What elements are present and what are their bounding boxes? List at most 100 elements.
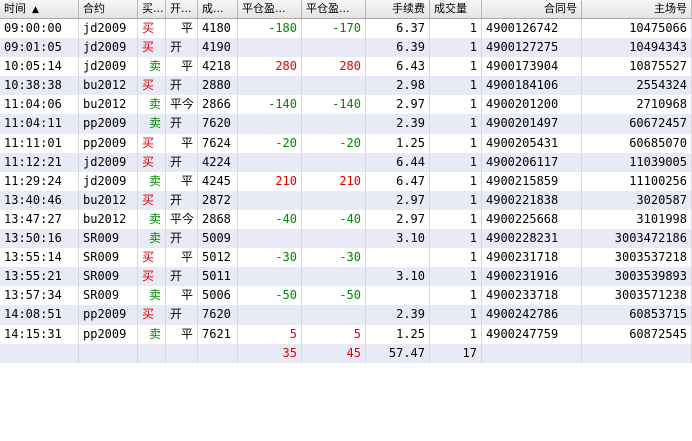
cell-time: 13:47:27 [0,209,79,230]
cell-volume: 1 [430,152,482,172]
cell-price: 5006 [198,286,238,306]
cell-time: 11:11:01 [0,133,79,153]
cell-openclose: 平 [166,19,198,39]
table-row[interactable]: 13:47:27 bu2012 卖平今 2868 -40 -40 2.97 1 49002256… [0,209,692,230]
cell-price: 4218 [198,57,238,77]
cell-fee: 6.39 [366,38,430,58]
header-contract-no[interactable]: 合同号 [482,0,582,18]
cell-volume: 1 [430,19,482,39]
cell-close-pnl-1: -30 [238,248,302,268]
cell-volume: 1 [430,229,482,249]
cell-exchange-no: 3003539893 [582,267,692,287]
cell-contract: pp2009 [79,305,138,325]
cell-exchange-no: 3101998 [582,209,692,230]
cell-contract: jd2009 [79,171,138,191]
table-row[interactable]: 11:29:24 jd2009 卖平 4245 210 210 6.47 1 490021585… [0,171,692,191]
cell-contract-no: 4900184106 [482,76,582,96]
cell-buysell: 卖 [138,286,166,306]
cell-contract-no: 4900206117 [482,152,582,172]
table-row[interactable]: 13:40:46 bu2012 买开 2872 2.97 1 4900221838 30205… [0,190,692,210]
cell-fee: 2.98 [366,76,430,96]
header-fee[interactable]: 手续费 [366,0,430,18]
total-empty-cell [166,343,198,363]
cell-volume: 1 [430,267,482,287]
cell-time: 13:50:16 [0,229,79,249]
cell-time: 11:12:21 [0,152,79,172]
cell-volume: 1 [430,95,482,115]
cell-exchange-no: 2710968 [582,95,692,115]
cell-fee: 1.25 [366,324,430,344]
cell-contract: SR009 [79,286,138,306]
cell-buysell: 卖 [138,324,166,344]
table-row[interactable]: 10:05:14 jd2009 卖平 4218 280 280 6.43 1 490017390… [0,57,692,77]
cell-close-pnl-1 [238,114,302,134]
cell-price: 4190 [198,38,238,58]
table-row[interactable]: 13:55:21 SR009 买开 5011 3.10 1 4900231916 300353… [0,267,692,287]
cell-fee: 1.25 [366,133,430,153]
cell-openclose: 开 [166,267,198,287]
header-close-pnl-2[interactable]: 平仓盈... [302,0,366,18]
cell-exchange-no: 10875527 [582,57,692,77]
cell-volume: 1 [430,114,482,134]
cell-close-pnl-2: -50 [302,286,366,306]
table-row[interactable]: 09:00:00 jd2009 买平 4180 -180 -170 6.37 1 4900126… [0,19,692,39]
cell-close-pnl-2 [302,190,366,210]
header-exchange-no[interactable]: 主场号 [582,0,692,18]
cell-exchange-no: 10494343 [582,38,692,58]
table-row[interactable]: 13:50:16 SR009 卖开 5009 3.10 1 4900228231 300347… [0,229,692,249]
table-row[interactable]: 11:12:21 jd2009 买开 4224 6.44 1 4900206117 11039… [0,152,692,172]
cell-fee [366,248,430,268]
cell-close-pnl-1: -180 [238,19,302,39]
cell-volume: 1 [430,248,482,268]
cell-buysell: 卖 [138,209,166,230]
header-time[interactable]: 时间 ▲ [0,0,79,18]
cell-close-pnl-1 [238,76,302,96]
cell-contract-no: 4900127275 [482,38,582,58]
table-row[interactable]: 11:04:06 bu2012 卖平今 2866 -140 -140 2.97 1 490020… [0,95,692,115]
cell-close-pnl-2: 280 [302,57,366,77]
cell-fee: 6.47 [366,171,430,191]
table-row[interactable]: 11:04:11 pp2009 卖开 7620 2.39 1 4900201497 60672… [0,114,692,134]
cell-close-pnl-2 [302,229,366,249]
cell-fee: 2.97 [366,190,430,210]
cell-fee: 6.44 [366,152,430,172]
cell-close-pnl-2: -30 [302,248,366,268]
cell-price: 7620 [198,114,238,134]
cell-contract-no: 4900126742 [482,19,582,39]
cell-close-pnl-1: 280 [238,57,302,77]
header-price[interactable]: 成... [198,0,238,18]
header-contract[interactable]: 合约 [79,0,138,18]
cell-time: 10:38:38 [0,76,79,96]
header-close-pnl-1[interactable]: 平仓盈... [238,0,302,18]
cell-openclose: 平 [166,171,198,191]
cell-contract: SR009 [79,248,138,268]
cell-buysell: 卖 [138,229,166,249]
header-openclose[interactable]: 开... [166,0,198,18]
cell-exchange-no: 3020587 [582,190,692,210]
header-volume[interactable]: 成交量 [430,0,482,18]
table-row[interactable]: 13:57:34 SR009 卖平 5006 -50 -50 1 4900233718 3003… [0,286,692,306]
table-row[interactable]: 11:11:01 pp2009 买平 7624 -20 -20 1.25 1 490020543… [0,133,692,153]
cell-openclose: 平 [166,57,198,77]
cell-buysell: 卖 [138,114,166,134]
cell-openclose: 开 [166,76,198,96]
cell-contract-no: 4900201200 [482,95,582,115]
cell-close-pnl-2: 210 [302,171,366,191]
table-row[interactable]: 14:08:51 pp2009 买开 7620 2.39 1 4900242786 60853… [0,305,692,325]
cell-contract-no: 4900228231 [482,229,582,249]
cell-volume: 1 [430,171,482,191]
cell-contract: SR009 [79,229,138,249]
table-row[interactable]: 09:01:05 jd2009 买开 4190 6.39 1 4900127275 10494… [0,38,692,58]
cell-close-pnl-1: -50 [238,286,302,306]
cell-volume: 1 [430,209,482,230]
cell-close-pnl-2: -170 [302,19,366,39]
total-empty-cell [582,343,692,363]
table-row[interactable]: 10:38:38 bu2012 买开 2880 2.98 1 4900184106 25543… [0,76,692,96]
cell-exchange-no: 11100256 [582,171,692,191]
table-row[interactable]: 14:15:31 pp2009 卖平 7621 5 5 1.25 1 4900247759 608… [0,324,692,344]
table-row[interactable]: 13:55:14 SR009 买平 5012 -30 -30 1 4900231718 3003… [0,248,692,268]
header-buysell[interactable]: 买... [138,0,166,18]
cell-close-pnl-1 [238,38,302,58]
cell-buysell: 买 [138,190,166,210]
cell-contract: jd2009 [79,19,138,39]
